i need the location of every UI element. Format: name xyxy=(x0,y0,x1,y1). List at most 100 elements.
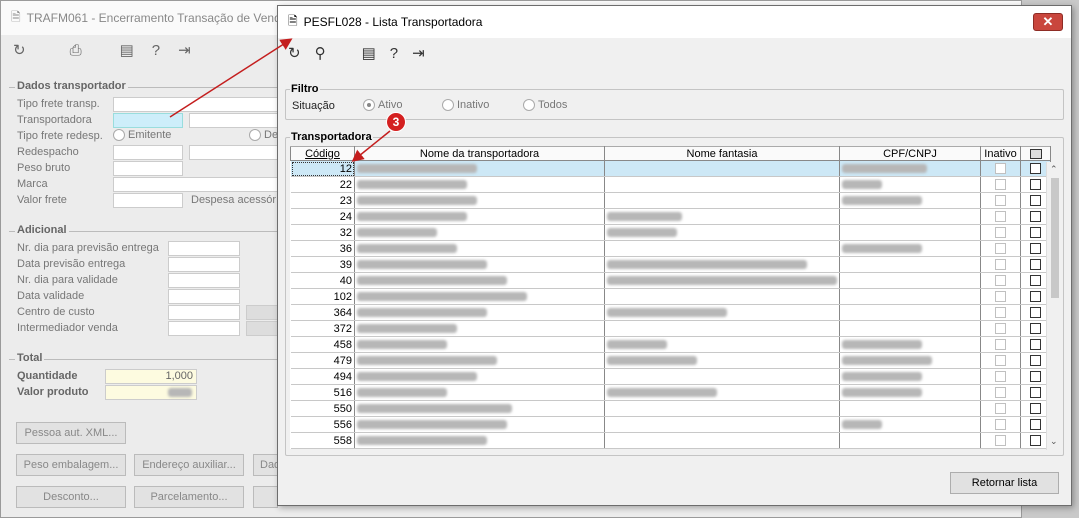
col-header-codigo[interactable]: Código xyxy=(290,146,355,161)
select-checkbox[interactable] xyxy=(1030,355,1041,367)
fantasia-cell[interactable] xyxy=(604,176,840,193)
table-row[interactable]: 516 xyxy=(290,384,1051,401)
fantasia-cell[interactable] xyxy=(604,288,840,305)
fantasia-cell[interactable] xyxy=(604,400,840,417)
cpf-cell[interactable] xyxy=(839,304,981,321)
select-checkbox[interactable] xyxy=(1030,243,1041,255)
cpf-cell[interactable] xyxy=(839,288,981,305)
select-checkbox[interactable] xyxy=(1030,419,1041,431)
fantasia-cell[interactable] xyxy=(604,432,840,449)
fantasia-cell[interactable] xyxy=(604,240,840,257)
scroll-thumb[interactable] xyxy=(1051,178,1059,298)
col-header-fantasia[interactable]: Nome fantasia xyxy=(604,146,840,161)
pessoa-xml-button[interactable]: Pessoa aut. XML... xyxy=(16,422,126,444)
intermediador-extra[interactable] xyxy=(246,321,278,336)
nome-cell[interactable] xyxy=(354,272,605,289)
de-radio[interactable]: De xyxy=(249,129,278,144)
calendar-icon[interactable]: ▤ xyxy=(362,44,376,62)
fantasia-cell[interactable] xyxy=(604,208,840,225)
fantasia-cell[interactable] xyxy=(604,336,840,353)
adicional-input[interactable] xyxy=(168,273,240,288)
exit-icon[interactable]: ⇥ xyxy=(412,44,425,62)
select-checkbox[interactable] xyxy=(1030,275,1041,287)
cpf-cell[interactable] xyxy=(839,192,981,209)
codigo-cell[interactable]: 36 xyxy=(290,240,355,257)
table-row[interactable]: 12 xyxy=(290,160,1051,177)
calendar-icon[interactable]: ▤ xyxy=(120,41,134,59)
help-icon[interactable]: ? xyxy=(390,45,398,62)
table-row[interactable]: 556 xyxy=(290,416,1051,433)
select-checkbox[interactable] xyxy=(1030,403,1041,415)
select-checkbox[interactable] xyxy=(1030,307,1041,319)
nome-cell[interactable] xyxy=(354,176,605,193)
scroll-down-icon[interactable]: ⌄ xyxy=(1050,436,1058,447)
cpf-cell[interactable] xyxy=(839,256,981,273)
marca-input[interactable] xyxy=(113,177,278,192)
codigo-cell[interactable]: 558 xyxy=(290,432,355,449)
peso-bruto-input[interactable] xyxy=(113,161,183,176)
adicional-input[interactable] xyxy=(168,321,240,336)
cpf-cell[interactable] xyxy=(839,160,981,177)
emitente-radio[interactable]: Emitente xyxy=(113,129,171,144)
cpf-cell[interactable] xyxy=(839,272,981,289)
col-header-nome[interactable]: Nome da transportadora xyxy=(354,146,605,161)
retornar-lista-button[interactable]: Retornar lista xyxy=(950,472,1059,494)
table-row[interactable]: 364 xyxy=(290,304,1051,321)
codigo-cell[interactable]: 364 xyxy=(290,304,355,321)
table-row[interactable]: 558 xyxy=(290,432,1051,449)
cpf-cell[interactable] xyxy=(839,368,981,385)
table-row[interactable]: 458 xyxy=(290,336,1051,353)
nome-cell[interactable] xyxy=(354,160,605,177)
select-all-icon[interactable] xyxy=(1029,148,1042,159)
refresh-icon[interactable]: ↻ xyxy=(13,41,26,59)
nome-cell[interactable] xyxy=(354,432,605,449)
nome-cell[interactable] xyxy=(354,208,605,225)
codigo-cell[interactable]: 550 xyxy=(290,400,355,417)
parcelamento-button[interactable]: Parcelamento... xyxy=(134,486,244,508)
scroll-up-icon[interactable]: ⌃ xyxy=(1050,164,1058,175)
transportadora-name-input[interactable] xyxy=(189,113,278,128)
col-header-cpf[interactable]: CPF/CNPJ xyxy=(839,146,981,161)
table-row[interactable]: 39 xyxy=(290,256,1051,273)
table-row[interactable]: 494 xyxy=(290,368,1051,385)
fantasia-cell[interactable] xyxy=(604,368,840,385)
vertical-scrollbar[interactable]: ⌃ ⌄ xyxy=(1046,162,1062,450)
redespacho-name-input[interactable] xyxy=(189,145,278,160)
nome-cell[interactable] xyxy=(354,304,605,321)
fantasia-cell[interactable] xyxy=(604,224,840,241)
transportadora-input[interactable] xyxy=(113,113,183,128)
nome-cell[interactable] xyxy=(354,352,605,369)
nome-cell[interactable] xyxy=(354,384,605,401)
codigo-cell[interactable]: 516 xyxy=(290,384,355,401)
cpf-cell[interactable] xyxy=(839,416,981,433)
cpf-cell[interactable] xyxy=(839,208,981,225)
fantasia-cell[interactable] xyxy=(604,320,840,337)
codigo-cell[interactable]: 556 xyxy=(290,416,355,433)
nome-cell[interactable] xyxy=(354,368,605,385)
cpf-cell[interactable] xyxy=(839,432,981,449)
todos-radio[interactable]: Todos xyxy=(523,99,567,111)
codigo-cell[interactable]: 39 xyxy=(290,256,355,273)
table-row[interactable]: 102 xyxy=(290,288,1051,305)
fantasia-cell[interactable] xyxy=(604,352,840,369)
codigo-cell[interactable]: 40 xyxy=(290,272,355,289)
select-checkbox[interactable] xyxy=(1030,387,1041,399)
fantasia-cell[interactable] xyxy=(604,160,840,177)
cpf-cell[interactable] xyxy=(839,320,981,337)
adicional-input[interactable] xyxy=(168,305,240,320)
fantasia-cell[interactable] xyxy=(604,416,840,433)
codigo-cell[interactable]: 102 xyxy=(290,288,355,305)
extra-button[interactable] xyxy=(253,486,278,508)
codigo-cell[interactable]: 372 xyxy=(290,320,355,337)
print-icon[interactable]: ⎙ xyxy=(70,42,82,59)
nome-cell[interactable] xyxy=(354,336,605,353)
select-checkbox[interactable] xyxy=(1030,435,1041,447)
dad-button[interactable]: Dad xyxy=(253,454,280,476)
cpf-cell[interactable] xyxy=(839,224,981,241)
cpf-cell[interactable] xyxy=(839,336,981,353)
exit-icon[interactable]: ⇥ xyxy=(178,41,191,59)
refresh-icon[interactable]: ↻ xyxy=(288,44,301,62)
table-row[interactable]: 23 xyxy=(290,192,1051,209)
select-checkbox[interactable] xyxy=(1030,179,1041,191)
codigo-cell[interactable]: 494 xyxy=(290,368,355,385)
